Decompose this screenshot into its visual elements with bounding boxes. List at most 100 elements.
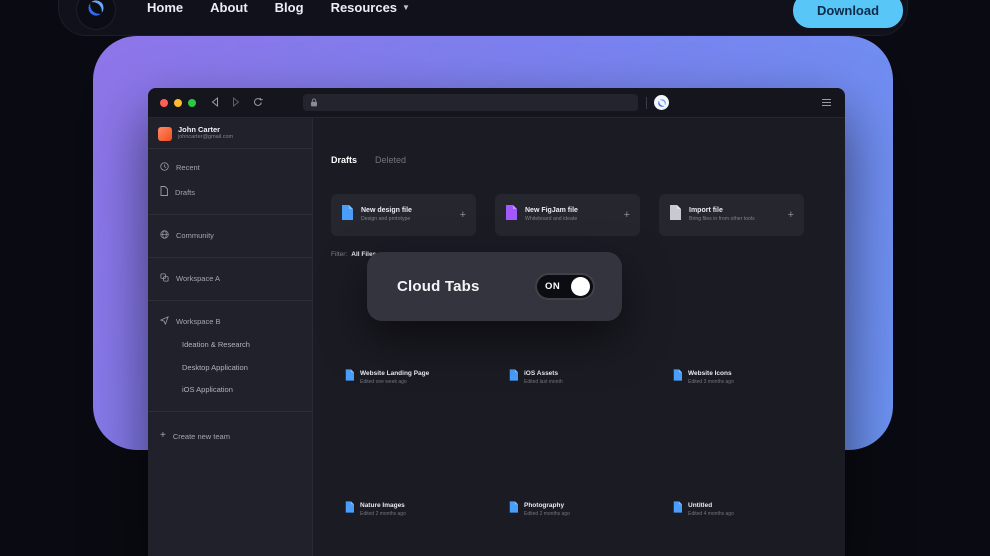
sidebar-item-workspace-a[interactable]: Workspace A xyxy=(160,270,220,286)
user-email: johncarter@gmail.com xyxy=(178,134,233,141)
design-file-icon xyxy=(673,368,682,386)
filter-label: Filter: xyxy=(331,251,347,258)
chevron-down-icon: ▼ xyxy=(402,3,410,12)
plus-icon: + xyxy=(460,209,466,221)
nav-links: Home About Blog Resources ▼ xyxy=(147,0,410,15)
sidebar-item-desktop-application[interactable]: Desktop Application xyxy=(182,359,248,375)
design-file-icon xyxy=(509,368,518,386)
download-button[interactable]: Download xyxy=(793,0,903,28)
file-tile-website-landing-page[interactable]: Website Landing Page Edited one week ago xyxy=(331,368,476,386)
toggle-knob xyxy=(571,277,590,296)
design-file-icon xyxy=(345,368,354,386)
file-tile-website-icons[interactable]: Website Icons Edited 3 months ago xyxy=(659,368,804,386)
file-title: Photography xyxy=(524,502,570,510)
sidebar-item-ios-application[interactable]: iOS Application xyxy=(182,381,233,397)
sidebar-item-workspace-b[interactable]: Workspace B xyxy=(160,313,220,329)
close-window-button[interactable] xyxy=(160,99,168,107)
nav-link-label: Resources xyxy=(331,0,397,15)
design-file-icon xyxy=(341,205,353,225)
sidebar-item-label: Workspace A xyxy=(176,274,220,283)
sidebar-subitem-label: iOS Application xyxy=(182,385,233,394)
main-content: Drafts Deleted New design file Design an… xyxy=(313,118,845,556)
cloud-tabs-toggle[interactable]: ON xyxy=(535,273,595,300)
file-icon xyxy=(160,186,168,198)
lock-icon xyxy=(310,94,318,112)
nav-link-resources[interactable]: Resources ▼ xyxy=(331,0,410,15)
paper-plane-icon xyxy=(160,316,169,327)
design-file-icon xyxy=(345,500,354,518)
create-team-label: Create new team xyxy=(173,432,230,441)
avatar xyxy=(158,127,172,141)
download-button-label: Download xyxy=(817,3,879,18)
nav-link-blog[interactable]: Blog xyxy=(275,0,304,15)
nav-link-label: Blog xyxy=(275,0,304,15)
refresh-button[interactable] xyxy=(253,94,263,112)
card-subtitle: Design and prototype xyxy=(361,216,412,223)
globe-icon xyxy=(160,230,169,241)
nav-link-label: About xyxy=(210,0,248,15)
landing-page: Home About Blog Resources ▼ Download xyxy=(0,0,990,556)
figjam-file-icon xyxy=(505,205,517,225)
browser-window: John Carter johncarter@gmail.com Recent … xyxy=(148,88,845,556)
tab-drafts[interactable]: Drafts xyxy=(331,155,357,165)
plus-icon: + xyxy=(624,209,630,221)
divider xyxy=(148,257,312,258)
create-new-team-button[interactable]: + Create new team xyxy=(160,428,230,444)
card-title: Import file xyxy=(689,207,755,215)
maximize-window-button[interactable] xyxy=(188,99,196,107)
file-edited: Edited one week ago xyxy=(360,379,429,385)
card-title: New FigJam file xyxy=(525,207,578,215)
figma-dashboard: John Carter johncarter@gmail.com Recent … xyxy=(148,118,845,556)
file-tile-ios-assets[interactable]: iOS Assets Edited last month xyxy=(495,368,640,386)
files-grid-row: Nature Images Edited 2 months ago Photog… xyxy=(331,500,804,518)
logo-swirl-icon xyxy=(86,0,106,23)
sidebar-item-recent[interactable]: Recent xyxy=(160,159,200,175)
card-subtitle: Whiteboard and ideate xyxy=(525,216,578,223)
sidebar-item-drafts[interactable]: Drafts xyxy=(160,184,195,200)
card-subtitle: Bring files in from other tools xyxy=(689,216,755,223)
file-edited: Edited last month xyxy=(524,379,563,385)
back-button[interactable] xyxy=(211,94,219,112)
user-name: John Carter xyxy=(178,126,233,134)
plus-icon: + xyxy=(160,431,166,441)
file-edited: Edited 4 months ago xyxy=(688,511,734,517)
sidebar-item-label: Drafts xyxy=(175,188,195,197)
nav-link-home[interactable]: Home xyxy=(147,0,183,15)
window-controls xyxy=(160,99,196,107)
new-figjam-file-card[interactable]: New FigJam file Whiteboard and ideate + xyxy=(495,194,640,236)
new-design-file-card[interactable]: New design file Design and prototype + xyxy=(331,194,476,236)
address-bar[interactable] xyxy=(303,94,638,111)
minimize-window-button[interactable] xyxy=(174,99,182,107)
sidebar-item-ideation-research[interactable]: Ideation & Research xyxy=(182,336,250,352)
new-file-cards: New design file Design and prototype + N… xyxy=(331,194,804,236)
divider xyxy=(148,148,312,149)
design-file-icon xyxy=(509,500,518,518)
import-file-card[interactable]: Import file Bring files in from other to… xyxy=(659,194,804,236)
files-grid-row: Website Landing Page Edited one week ago… xyxy=(331,368,804,386)
chrome-divider xyxy=(646,97,647,109)
browser-menu-icon[interactable] xyxy=(820,95,833,109)
forward-button[interactable] xyxy=(232,94,240,112)
user-account[interactable]: John Carter johncarter@gmail.com xyxy=(158,126,233,141)
design-file-icon xyxy=(673,500,682,518)
file-title: Website Landing Page xyxy=(360,370,429,378)
cloud-tabs-title: Cloud Tabs xyxy=(397,278,480,295)
file-edited: Edited 2 months ago xyxy=(524,511,570,517)
file-tile-photography[interactable]: Photography Edited 2 months ago xyxy=(495,500,640,518)
browser-nav-controls xyxy=(211,94,263,112)
plus-icon: + xyxy=(788,209,794,221)
file-tile-nature-images[interactable]: Nature Images Edited 2 months ago xyxy=(331,500,476,518)
browser-chrome xyxy=(148,88,845,118)
sidebar-item-label: Recent xyxy=(176,163,200,172)
file-tile-untitled[interactable]: Untitled Edited 4 months ago xyxy=(659,500,804,518)
file-title: iOS Assets xyxy=(524,370,563,378)
sidebar-item-label: Workspace B xyxy=(176,317,220,326)
clock-icon xyxy=(160,162,169,173)
browser-favicon xyxy=(654,95,669,110)
file-edited: Edited 2 months ago xyxy=(360,511,406,517)
divider xyxy=(148,214,312,215)
sidebar-item-community[interactable]: Community xyxy=(160,227,214,243)
file-title: Website Icons xyxy=(688,370,734,378)
tab-deleted[interactable]: Deleted xyxy=(375,155,406,165)
nav-link-about[interactable]: About xyxy=(210,0,248,15)
